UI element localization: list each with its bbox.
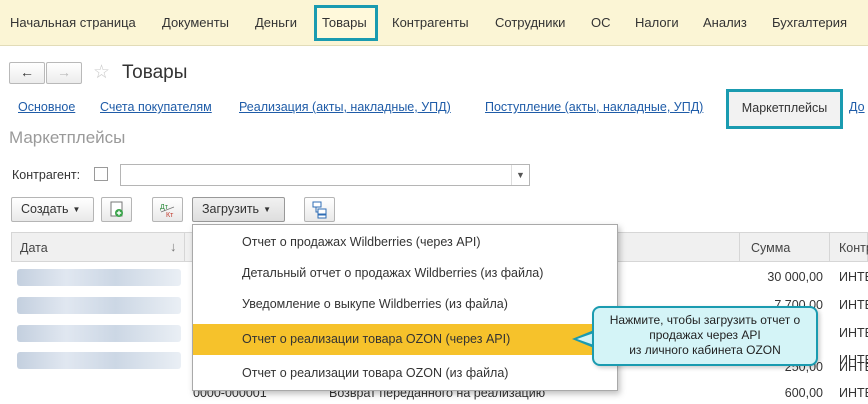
- tab-main[interactable]: Основное: [18, 100, 75, 114]
- column-counterparty[interactable]: Контр: [839, 241, 868, 255]
- sort-down-icon[interactable]: ↓: [170, 239, 177, 254]
- top-menu-item-employees[interactable]: Сотрудники: [495, 15, 565, 30]
- dropdown-arrow-icon[interactable]: ▼: [511, 165, 529, 185]
- hint-line: из личного кабинета OZON: [629, 343, 781, 357]
- row-sum: 600,00: [784, 386, 823, 400]
- document-add-icon: [110, 201, 123, 217]
- structure-button[interactable]: [304, 197, 335, 222]
- column-date[interactable]: Дата: [20, 241, 48, 255]
- row-counterparty: ИНТЕ: [839, 298, 868, 312]
- row-counterparty: ИНТЕ: [839, 326, 868, 340]
- hint-line: Нажмите, чтобы загрузить отчет о: [609, 313, 801, 327]
- tab-overflow[interactable]: До: [849, 100, 865, 114]
- caret-down-icon: ▼: [72, 205, 81, 214]
- menu-item-ozon-report-api[interactable]: Отчет о реализации товара OZON (через AP…: [193, 324, 617, 355]
- top-menu-item-documents[interactable]: Документы: [162, 15, 229, 30]
- top-menu-item-goods[interactable]: Товары: [322, 15, 367, 30]
- column-separator: [829, 233, 830, 261]
- redacted-date: [17, 297, 181, 314]
- arrow-right-icon: →: [57, 64, 71, 80]
- column-separator: [184, 233, 185, 261]
- tab-receipts[interactable]: Поступление (акты, накладные, УПД): [485, 100, 703, 114]
- top-menu: Начальная страница Документы Деньги Това…: [0, 0, 868, 46]
- top-menu-item-money[interactable]: Деньги: [255, 15, 297, 30]
- debit-credit-icon: Дт Кт: [160, 204, 175, 219]
- back-button[interactable]: ←: [9, 62, 45, 84]
- page-title: Товары: [122, 62, 188, 83]
- arrow-left-icon: ←: [20, 64, 34, 80]
- caret-down-icon: ▼: [263, 205, 271, 214]
- menu-item-wb-sales-api[interactable]: Отчет о продажах Wildberries (через API): [193, 227, 617, 258]
- menu-item-wb-detailed-file[interactable]: Детальный отчет о продажах Wildberries (…: [193, 258, 617, 289]
- tab-marketplaces[interactable]: Маркетплейсы: [726, 89, 843, 129]
- top-menu-item-analysis[interactable]: Анализ: [703, 15, 747, 30]
- favorite-star-icon[interactable]: ☆: [93, 61, 110, 84]
- redacted-date: [17, 269, 181, 286]
- top-menu-item-accounting[interactable]: Бухгалтерия: [772, 15, 847, 30]
- column-sum[interactable]: Сумма: [751, 241, 790, 255]
- menu-item-ozon-report-file[interactable]: Отчет о реализации товара OZON (из файла…: [193, 358, 617, 389]
- structure-icon: [312, 201, 327, 219]
- menu-item-wb-buyout-file[interactable]: Уведомление о выкупе Wildberries (из фай…: [193, 289, 617, 320]
- tab-invoices[interactable]: Счета покупателям: [100, 100, 212, 114]
- counterparty-label: Контрагент:: [12, 168, 81, 182]
- hint-callout: Нажмите, чтобы загрузить отчет о продажа…: [592, 306, 818, 366]
- counterparty-input[interactable]: ▼: [120, 164, 530, 186]
- create-document-button[interactable]: [101, 197, 132, 222]
- section-title: Маркетплейсы: [9, 128, 126, 147]
- forward-button[interactable]: →: [46, 62, 82, 84]
- credit-label: Кт: [166, 212, 174, 219]
- tab-sales[interactable]: Реализация (акты, накладные, УПД): [239, 100, 451, 114]
- row-counterparty: ИНТЕ: [839, 386, 868, 400]
- top-menu-item-fixed-assets[interactable]: ОС: [591, 15, 611, 30]
- row-counterparty: ИНТЕ: [839, 360, 868, 374]
- row-sum: 30 000,00: [767, 270, 823, 284]
- hint-line: продажах через API: [649, 328, 761, 342]
- top-menu-item-counterparties[interactable]: Контрагенты: [392, 15, 469, 30]
- debit-credit-button[interactable]: Дт Кт: [152, 197, 183, 222]
- column-separator: [739, 233, 740, 261]
- create-button-label: Создать: [21, 202, 69, 216]
- redacted-date: [17, 325, 181, 342]
- row-counterparty: ИНТЕ: [839, 270, 868, 284]
- counterparty-checkbox[interactable]: [94, 167, 108, 181]
- load-button[interactable]: Загрузить ▼: [192, 197, 285, 222]
- top-menu-item-home[interactable]: Начальная страница: [10, 15, 136, 30]
- load-menu: Отчет о продажах Wildberries (через API)…: [192, 224, 618, 391]
- top-menu-item-taxes[interactable]: Налоги: [635, 15, 679, 30]
- create-button[interactable]: Создать ▼: [11, 197, 94, 222]
- load-button-label: Загрузить: [202, 202, 260, 216]
